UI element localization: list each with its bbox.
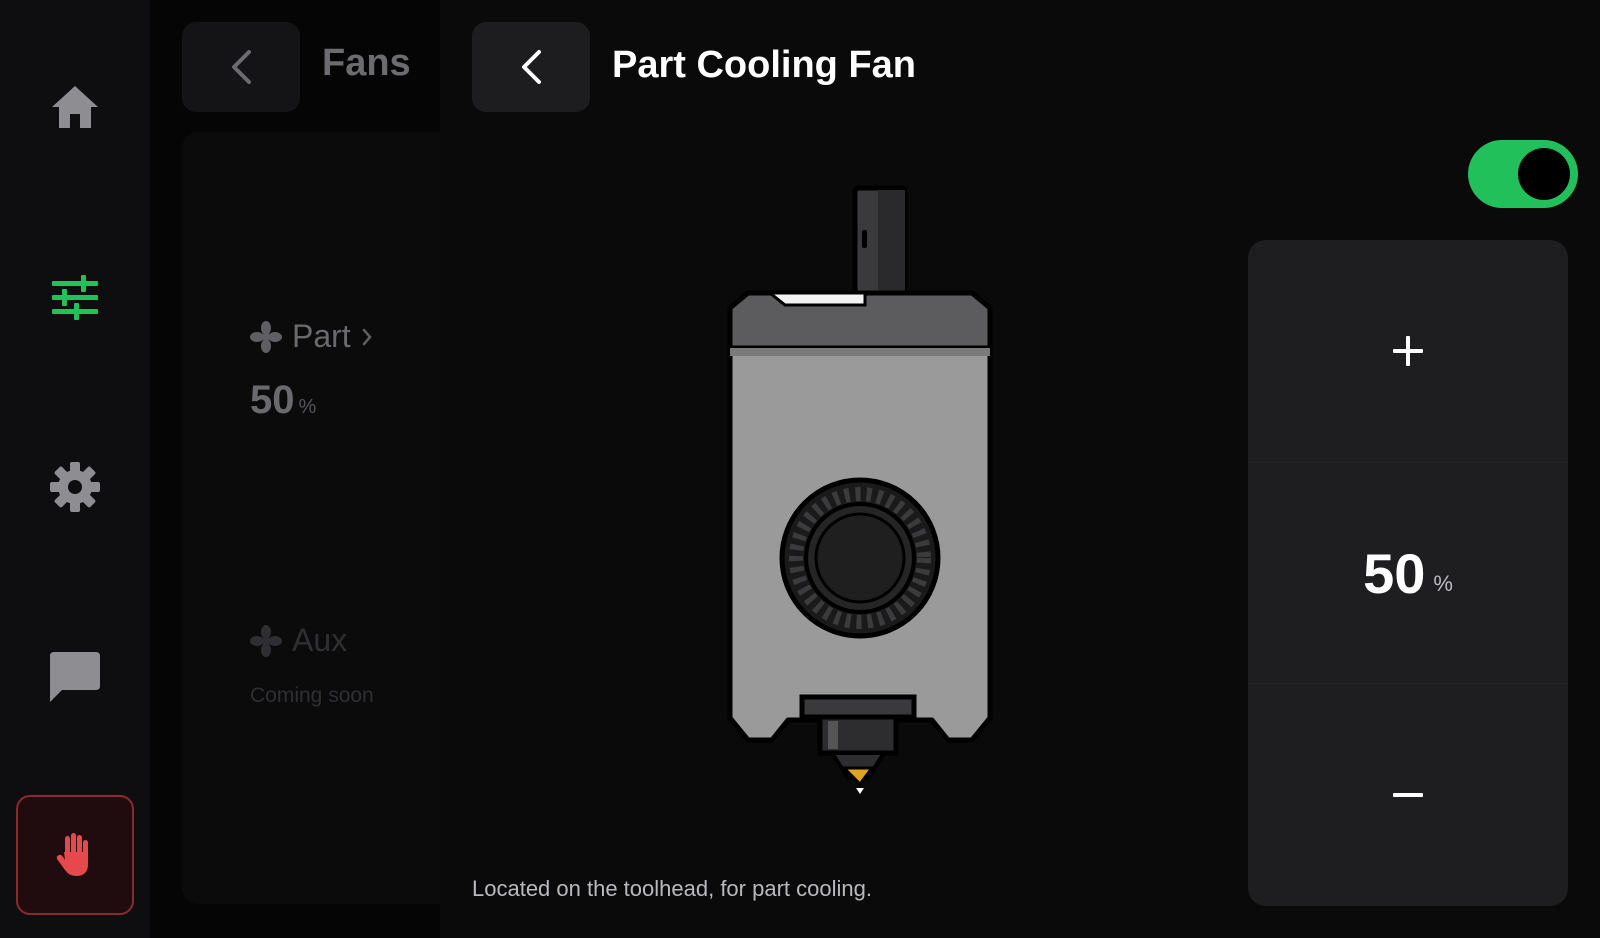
nav-controls[interactable] (25, 252, 125, 342)
chevron-right-icon (362, 328, 372, 345)
sliders-icon (52, 275, 98, 320)
nav-messages[interactable] (25, 632, 125, 722)
fans-panel: Fans Part 50% Aux Coming soon (150, 0, 440, 938)
fan-item-part[interactable]: Part (250, 318, 373, 355)
gear-icon (50, 462, 100, 512)
fan-description: Located on the toolhead, for part coolin… (472, 876, 872, 901)
fans-back-button[interactable] (182, 22, 300, 112)
fan-item-aux: Aux (250, 622, 347, 659)
nav-home[interactable] (25, 62, 125, 152)
home-icon (52, 86, 98, 128)
increase-speed-button[interactable] (1248, 240, 1568, 462)
minus-icon (1393, 793, 1423, 797)
decrease-speed-button[interactable] (1248, 684, 1568, 906)
emergency-stop-button[interactable] (16, 795, 134, 915)
fans-title: Fans (322, 42, 411, 84)
chevron-left-icon (232, 50, 251, 84)
fan-detail-panel: Part Cooling Fan Located on the toolhead… (440, 0, 1600, 938)
fans-list (182, 132, 440, 904)
toolhead-illustration (727, 185, 993, 794)
fan-part-number: 50 (250, 378, 295, 422)
fan-item-label: Aux (292, 622, 348, 658)
fan-speed-value: 50 (1363, 541, 1426, 605)
fan-speed-unit: % (1433, 571, 1453, 596)
back-button[interactable] (472, 22, 590, 112)
nav-settings[interactable] (25, 442, 125, 532)
fan-item-label: Part (292, 318, 351, 354)
fan-speed-stepper: 50 % (1248, 240, 1568, 906)
chevron-left-icon (522, 50, 541, 84)
plus-icon (1393, 336, 1423, 366)
fan-part-value: 50% (250, 378, 316, 423)
chat-icon (50, 652, 100, 702)
fan-icon (250, 320, 282, 353)
toggle-knob (1518, 148, 1570, 200)
fan-enable-toggle[interactable] (1468, 140, 1578, 208)
fan-speed-readout: 50 % (1248, 462, 1568, 684)
fan-part-unit: % (298, 396, 317, 418)
sidebar (0, 0, 150, 938)
page-title: Part Cooling Fan (612, 44, 916, 86)
fan-aux-status: Coming soon (250, 684, 374, 707)
fan-icon (250, 624, 282, 657)
hand-stop-icon (56, 833, 88, 876)
